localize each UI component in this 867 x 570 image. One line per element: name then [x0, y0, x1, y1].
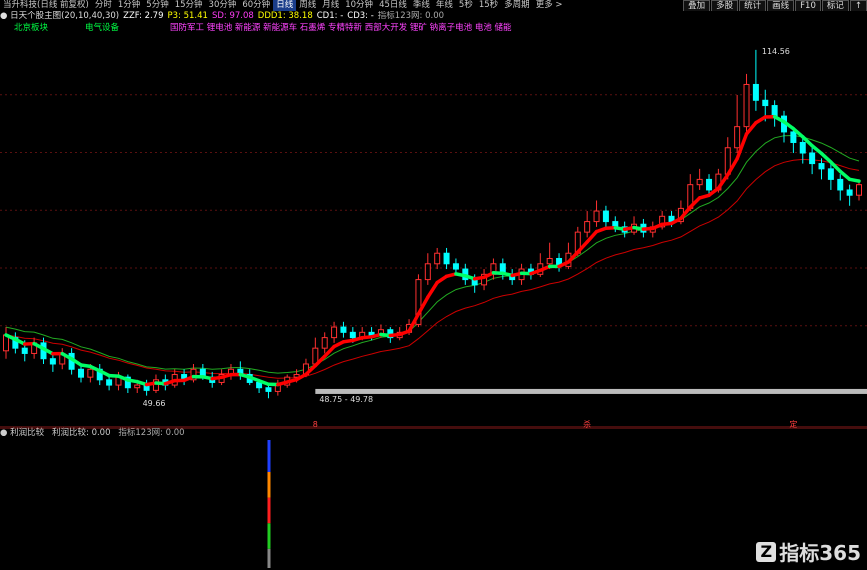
candle-body-81	[762, 99, 769, 107]
indicator-value-1: P3: 51.41	[167, 11, 208, 21]
candle-body-90	[846, 189, 853, 196]
sub-indicator-chart[interactable]	[0, 428, 867, 570]
candle-body-63	[593, 210, 600, 223]
candle-body-89	[837, 178, 844, 191]
indicator-value-2: SD: 97.08	[211, 11, 254, 21]
trend-segment-63	[585, 229, 599, 244]
sub-indicator-value: 指标123网: 0.00	[118, 428, 185, 438]
candle-body-46	[434, 252, 441, 265]
candle-body-62	[584, 221, 591, 233]
brand-logo: Z 指标365	[756, 537, 861, 566]
candle-body-47	[443, 252, 450, 265]
axis-marker-2: 定	[789, 419, 797, 428]
toolbar-right-group: 叠加 多股 统计 画线 F10 标记 ↑	[682, 0, 867, 11]
toolbar-right-button-1[interactable]: 多股	[711, 0, 739, 11]
toolbar-item-0[interactable]: 当升科技(日线 前复权)	[0, 0, 92, 11]
toolbar-right-button-6[interactable]: ↑	[849, 0, 867, 11]
toolbar-item-8[interactable]: 周线	[296, 0, 319, 11]
toolbar-item-17[interactable]: 更多 >	[533, 0, 566, 11]
candle-body-11	[106, 379, 113, 386]
period-toolbar: 当升科技(日线 前复权) 分时 1分钟 5分钟 15分钟 30分钟 60分钟 日线 周线 月线 10…	[0, 0, 867, 11]
toolbar-item-15[interactable]: 15秒	[476, 0, 501, 11]
annotation-high: 114.56	[762, 47, 790, 56]
toolbar-right-button-0[interactable]: 叠加	[683, 0, 711, 11]
candle-body-58	[546, 258, 553, 265]
indicator-value-0: ZZF: 2.79	[123, 11, 164, 21]
toolbar-item-1[interactable]: 分时	[92, 0, 115, 11]
sub-bar-segment-1	[267, 548, 271, 568]
indicator-value-6: 指标123网: 0.00	[377, 11, 445, 21]
axis-marker-0: 8	[313, 420, 318, 428]
sub-indicator-title-bar: ● 利润比较 利润比较: 0.00 指标123网: 0.00	[0, 428, 867, 439]
toolbar-item-12[interactable]: 季线	[410, 0, 433, 11]
toolbar-right-button-3[interactable]: 画线	[767, 0, 795, 11]
toolbar-item-2[interactable]: 1分钟	[115, 0, 143, 11]
toolbar-item-10[interactable]: 10分钟	[342, 0, 376, 11]
toolbar-item-14[interactable]: 5秒	[456, 0, 476, 11]
trend-segment-46	[426, 280, 439, 299]
indicator-info-bar: ● 日天个股主图(20,10,40,30) ZZF: 2.79 P3: 51.41 S…	[0, 11, 867, 22]
toolbar-item-6[interactable]: 60分钟	[239, 0, 273, 11]
indicator-value-3: DDD1: 38.18	[257, 11, 313, 21]
candle-body-9	[87, 368, 94, 378]
sub-indicator-label: 利润比较: 0.00	[52, 428, 111, 438]
candle-body-34	[321, 337, 328, 349]
candle-body-48	[452, 263, 459, 270]
trend-segment-90	[838, 169, 852, 182]
toolbar-item-11[interactable]: 45日线	[376, 0, 410, 11]
toolbar-item-7[interactable]: 日线	[273, 0, 297, 11]
indicator-title[interactable]: ● 日天个股主图(20,10,40,30)	[0, 11, 119, 21]
toolbar-item-16[interactable]: 多周期	[501, 0, 533, 11]
toolbar-item-13[interactable]: 年线	[433, 0, 456, 11]
candle-body-36	[340, 326, 347, 333]
sub-bar-segment-4	[267, 472, 271, 498]
candle-body-45	[424, 263, 431, 281]
toolbar-item-3[interactable]: 5分钟	[143, 0, 171, 11]
candle-body-85	[799, 141, 806, 154]
candle-body-5	[49, 358, 56, 365]
candle-body-80	[752, 83, 759, 101]
sub-indicator-title[interactable]: ● 利润比较	[0, 428, 44, 438]
candle-body-2	[21, 347, 28, 354]
candle-body-8	[77, 368, 84, 378]
indicator-value-5: CD3: -	[347, 11, 374, 21]
support-band	[315, 388, 867, 394]
candle-body-37	[349, 331, 356, 339]
candle-body-74	[696, 178, 703, 186]
indicator-value-4: CD1: -	[316, 11, 344, 21]
candle-body-79	[743, 83, 750, 128]
toolbar-right-button-2[interactable]: 统计	[739, 0, 767, 11]
axis-marker-1: 杀	[583, 419, 591, 428]
toolbar-right-button-4[interactable]: F10	[795, 0, 821, 11]
ma-slow-line	[5, 158, 860, 379]
sub-bar-segment-3	[267, 497, 271, 524]
candle-body-82	[771, 105, 778, 117]
toolbar-item-4[interactable]: 15分钟	[172, 0, 206, 11]
sub-bar-segment-2	[267, 523, 271, 549]
annotation-band-range: 48.75 - 49.78	[319, 395, 373, 404]
candle-body-28	[265, 387, 272, 392]
toolbar-right-button-5[interactable]: 标记	[821, 0, 849, 11]
candle-body-75	[706, 178, 713, 191]
candlestick-chart[interactable]: 114.56 49.66 48.75 - 49.78 8 杀 定	[0, 33, 867, 428]
logo-text: 指标365	[779, 541, 861, 565]
candle-body-86	[809, 152, 816, 165]
candle-body-64	[602, 210, 609, 223]
candle-body-91	[856, 184, 862, 196]
trend-segment-91	[847, 177, 861, 183]
toolbar-item-9[interactable]: 月线	[319, 0, 342, 11]
candle-body-14	[134, 384, 141, 389]
candle-body-87	[818, 163, 825, 170]
sub-bar-segment-5	[267, 440, 271, 472]
candle-body-35	[331, 326, 338, 339]
candle-body-88	[827, 168, 834, 180]
candle-body-84	[790, 131, 797, 143]
logo-mark-icon: Z	[756, 541, 777, 562]
toolbar-item-5[interactable]: 30分钟	[206, 0, 240, 11]
annotation-low: 49.66	[143, 399, 166, 408]
candle-body-78	[734, 126, 741, 149]
